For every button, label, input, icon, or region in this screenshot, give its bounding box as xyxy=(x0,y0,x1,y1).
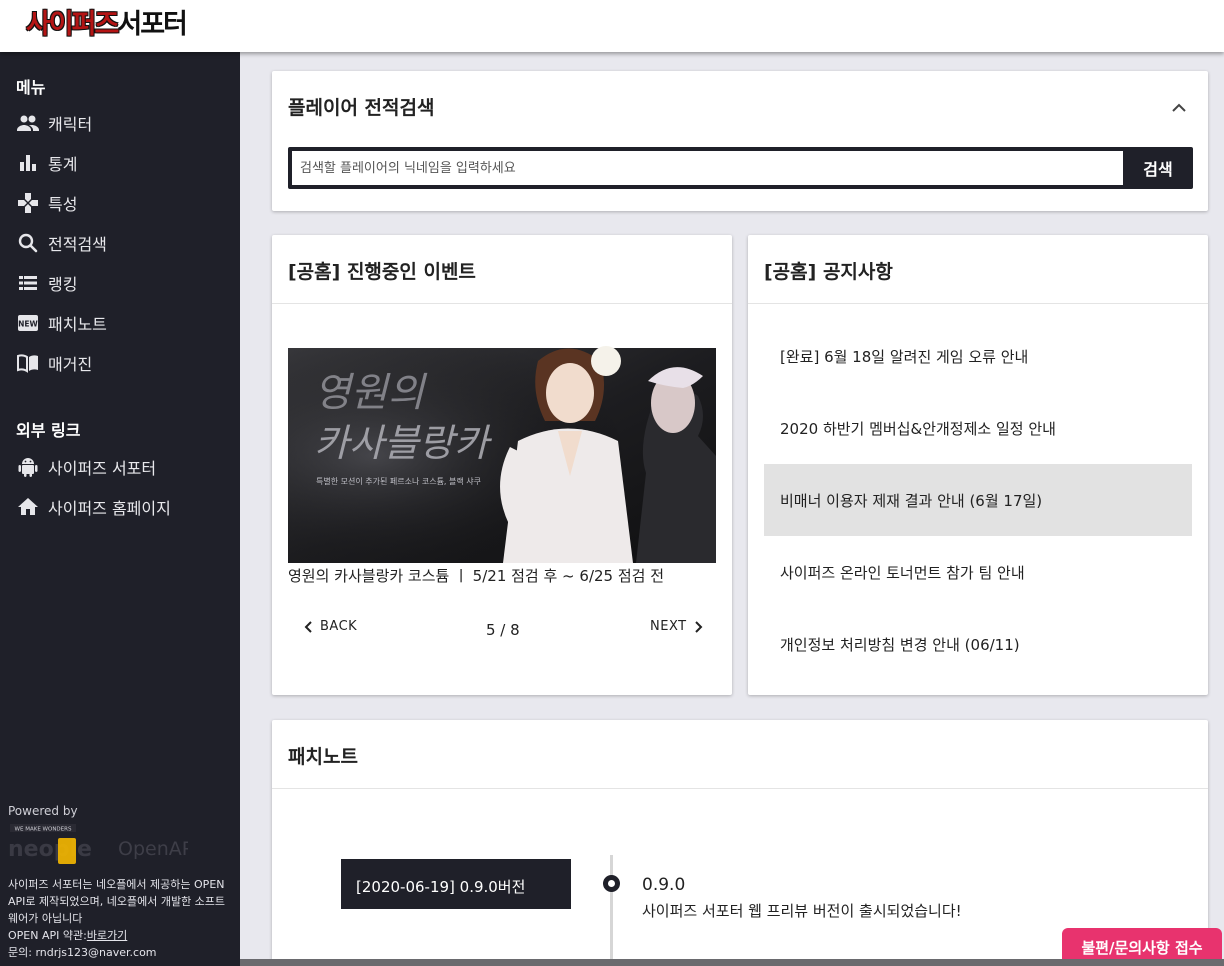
player-search-title: 플레이어 전적검색 xyxy=(288,97,435,119)
notice-item[interactable]: 사이퍼즈 온라인 토너먼트 참가 팀 안내 xyxy=(764,536,1192,608)
home-icon xyxy=(16,495,40,519)
android-icon xyxy=(16,455,40,479)
sidebar-item-patch-notes[interactable]: NEW 패치노트 xyxy=(0,303,240,343)
sidebar-item-stats[interactable]: 통계 xyxy=(0,143,240,183)
footer-disclaimer-text: 사이퍼즈 서포터는 네오플에서 제공하는 OPEN API로 제작되었으며, 네… xyxy=(8,878,226,925)
sidebar-item-traits[interactable]: 특성 xyxy=(0,183,240,223)
openapi-wordmark: OpenAPI xyxy=(118,838,188,860)
banner-title-line2: 카사블랑카 xyxy=(314,421,493,465)
footer-terms: OPEN API 약관:바로가기 xyxy=(8,927,233,944)
gamepad-icon xyxy=(16,191,40,215)
timeline-date-label: [2020-06-19] 0.9.0버전 xyxy=(356,878,526,896)
search-button[interactable]: 검색 xyxy=(1123,147,1193,189)
back-button[interactable]: BACK xyxy=(302,619,357,634)
sidebar-item-label: 사이퍼즈 서포터 xyxy=(48,459,157,478)
sidebar-item-label: 랭킹 xyxy=(48,275,78,294)
patch-description: 사이퍼즈 서포터 웹 프리뷰 버전이 출시되었습니다! xyxy=(642,902,962,920)
timeline-dot xyxy=(603,875,620,892)
next-button[interactable]: NEXT xyxy=(650,619,705,634)
app-logo[interactable]: 사이퍼즈서포터 xyxy=(26,8,188,42)
terms-link[interactable]: 바로가기 xyxy=(87,929,127,942)
external-links-title: 외부 링크 xyxy=(16,421,81,440)
top-app-bar: 사이퍼즈서포터 xyxy=(0,0,1224,52)
footer-terms-prefix: OPEN API 약관: xyxy=(8,929,87,942)
bar-chart-icon xyxy=(16,151,40,175)
notice-item[interactable]: [완료] 6월 18일 알려진 게임 오류 안내 xyxy=(764,320,1192,392)
event-caption: 영원의 카사블랑카 코스튬 ㅣ 5/21 점검 후 ~ 6/25 점검 전 xyxy=(288,567,665,585)
patch-version: 0.9.0 xyxy=(642,875,686,895)
event-banner-image[interactable]: 영원의 카사블랑카 특별한 모션이 추가된 페르소나 코스튬, 블랙 샤쿠 xyxy=(288,331,716,563)
people-icon xyxy=(16,111,40,135)
logo-text-supporter: 서포터 xyxy=(117,9,188,40)
sidebar-item-magazine[interactable]: 매거진 xyxy=(0,343,240,383)
card-divider xyxy=(272,303,732,304)
book-icon xyxy=(16,351,40,375)
sidebar-item-ranking[interactable]: 랭킹 xyxy=(0,263,240,303)
menu-section-title: 메뉴 xyxy=(16,78,46,97)
notice-card: [공홈] 공지사항 [완료] 6월 18일 알려진 게임 오류 안내 2020 … xyxy=(748,235,1208,695)
sidebar-item-cyphers-supporter[interactable]: 사이퍼즈 서포터 xyxy=(0,447,240,487)
powered-by-label: Powered by xyxy=(8,804,78,818)
neople-wordmark: neople xyxy=(8,837,92,862)
timeline-line xyxy=(610,855,613,966)
notice-item-hovered[interactable]: 비매너 이용자 제재 결과 안내 (6월 17일) xyxy=(764,464,1192,536)
sidebar-item-label: 사이퍼즈 홈페이지 xyxy=(48,499,171,518)
back-label: BACK xyxy=(320,619,358,634)
event-card: [공홈] 진행중인 이벤트 영원의 카사블랑카 특별한 모션이 추가된 페르소나… xyxy=(272,235,732,695)
footer-disclaimer: 사이퍼즈 서포터는 네오플에서 제공하는 OPEN API로 제작되었으며, 네… xyxy=(8,876,233,961)
new-badge-icon: NEW xyxy=(16,311,40,335)
neople-openapi-logo[interactable]: WE MAKE WONDERS neople OpenAPI xyxy=(8,822,199,872)
patch-notes-title: 패치노트 xyxy=(288,746,358,768)
notice-item[interactable]: 개인정보 처리방침 변경 안내 (06/11) xyxy=(764,608,1192,680)
notice-card-title: [공홈] 공지사항 xyxy=(764,261,893,283)
sidebar-item-label: 전적검색 xyxy=(48,235,107,254)
sidebar-item-label: 매거진 xyxy=(48,355,93,374)
horizontal-scrollbar[interactable] xyxy=(240,959,1224,966)
sidebar-item-label: 캐릭터 xyxy=(48,115,93,134)
player-search-card: 플레이어 전적검색 검색 xyxy=(272,71,1208,211)
svg-text:NEW: NEW xyxy=(18,320,38,329)
chevron-right-icon xyxy=(694,620,702,633)
player-search-input[interactable] xyxy=(292,151,1123,185)
sidebar-item-match-search[interactable]: 전적검색 xyxy=(0,223,240,263)
logo-text-cyphers: 사이퍼즈 xyxy=(26,9,119,40)
event-card-title: [공홈] 진행중인 이벤트 xyxy=(288,261,476,283)
sidebar-item-label: 통계 xyxy=(48,155,78,174)
card-divider xyxy=(748,303,1208,304)
notice-item[interactable]: 2020 하반기 멤버십&안개정제소 일정 안내 xyxy=(764,392,1192,464)
banner-title-line1: 영원의 xyxy=(314,370,428,416)
list-icon xyxy=(16,271,40,295)
sidebar-item-characters[interactable]: 캐릭터 xyxy=(0,103,240,143)
card-divider xyxy=(272,788,1208,789)
collapse-chevron-up-icon[interactable] xyxy=(1168,97,1190,119)
banner-subtitle: 특별한 모션이 추가된 페르소나 코스튬, 블랙 샤쿠 xyxy=(316,476,481,486)
search-bar: 검색 xyxy=(288,147,1193,189)
sidebar-item-label: 특성 xyxy=(48,195,78,214)
search-icon xyxy=(16,231,40,255)
footer-contact: 문의: rndrjs123@naver.com xyxy=(8,946,157,959)
sidebar-item-label: 패치노트 xyxy=(48,315,107,334)
neople-tagline: WE MAKE WONDERS xyxy=(15,827,72,833)
sidebar: 메뉴 캐릭터 통계 특성 전적검색 랭킹 NEW 패치노트 매거진 외부 링크 … xyxy=(0,52,240,966)
page-indicator: 5 / 8 xyxy=(486,621,520,639)
sidebar-item-cyphers-homepage[interactable]: 사이퍼즈 홈페이지 xyxy=(0,487,240,527)
next-label: NEXT xyxy=(650,619,687,634)
chevron-left-icon xyxy=(304,620,312,633)
